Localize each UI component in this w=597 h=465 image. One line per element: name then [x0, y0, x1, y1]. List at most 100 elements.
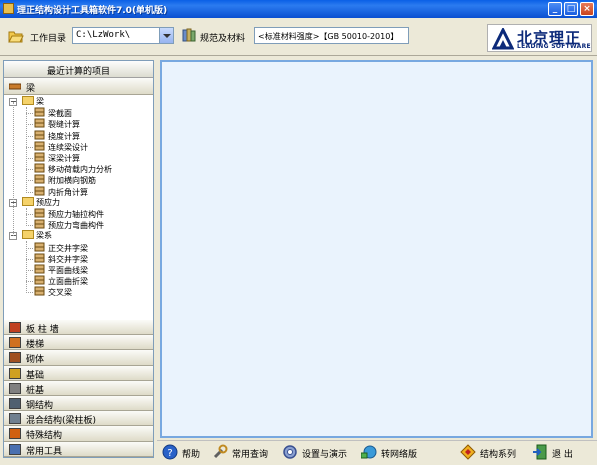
calc-module-icon [34, 118, 45, 128]
sidebar-group-label: 常用工具 [26, 446, 63, 457]
help-label: 帮助 [182, 450, 201, 460]
standard-label: 规范及材料 [200, 34, 246, 44]
folder-icon [22, 230, 34, 240]
tree-item[interactable]: 深梁计算 [34, 152, 80, 163]
tree-connector [26, 169, 33, 171]
app-icon [3, 3, 14, 14]
tree-item-label: 立面曲折梁 [48, 277, 88, 287]
sidebar-group[interactable]: 钢结构 [4, 396, 153, 412]
tree-item[interactable]: 梁截面 [34, 107, 72, 118]
calc-module-icon [34, 264, 45, 274]
group-icon [9, 382, 21, 394]
tree-connector [26, 207, 27, 227]
beam-icon [9, 83, 21, 90]
tree-connector [26, 146, 33, 148]
group-icon [9, 322, 21, 333]
tree-connector [26, 241, 27, 294]
group-icon [9, 413, 21, 425]
tree-item-label: 连续梁设计 [48, 142, 88, 152]
exit-icon [533, 444, 547, 460]
tree-item-label: 预应力弯曲构件 [48, 221, 104, 231]
workdir-label: 工作目录 [30, 34, 67, 44]
workdir-value: C:\LzWork\ [76, 30, 131, 40]
close-button[interactable]: × [580, 2, 594, 16]
sidebar-group-label: 特殊结构 [26, 431, 63, 442]
recent-projects-button[interactable]: 最近计算的项目 [4, 61, 153, 78]
sidebar-group-label: 楼梯 [26, 340, 45, 351]
sidebar-group-label: 桩基 [26, 385, 45, 396]
folder-icon [22, 96, 34, 105]
tree-item-label: 梁系 [36, 231, 52, 241]
tree-item-label: 交叉梁 [48, 288, 72, 298]
window-title: 理正结构设计工具箱软件7.0(单机版) [17, 6, 168, 16]
tree-folder[interactable]: − 预应力 [9, 196, 60, 208]
tree-item[interactable]: 立面曲折梁 [34, 275, 88, 286]
tree-folder[interactable]: − 梁 [9, 96, 44, 107]
sidebar-group[interactable]: 板 柱 墙 [4, 320, 153, 336]
calc-module-icon [34, 286, 45, 296]
standard-field[interactable]: <标准材料强度>【GB 50010-2010】 [254, 27, 409, 44]
tree-item[interactable]: 平面曲线梁 [34, 264, 88, 275]
structure-series-label: 结构系列 [480, 450, 517, 460]
folder-open-icon [8, 31, 24, 43]
tree-connector [26, 225, 33, 227]
minimize-button[interactable]: _ [548, 2, 562, 16]
sidebar-group[interactable]: 砌体 [4, 350, 153, 366]
tree-item[interactable]: 交叉梁 [34, 286, 72, 297]
series-icon [460, 444, 476, 460]
sidebar-group[interactable]: 特殊结构 [4, 426, 153, 442]
sidebar-group[interactable]: 楼梯 [4, 335, 153, 351]
calc-module-icon [34, 107, 45, 117]
tree-item[interactable]: 斜交井字梁 [34, 253, 88, 264]
settings-demo-label: 设置与演示 [302, 450, 348, 460]
tree-item[interactable]: 预应力轴拉构件 [34, 208, 104, 219]
tree-item[interactable]: 内折角计算 [34, 186, 88, 197]
tree-item[interactable]: 附加横向钢筋 [34, 174, 96, 185]
module-sidebar: 最近计算的项目 梁 − 梁梁截面 裂缝计算挠度计算 连续梁设计 深梁计算 移动荷载内力分析… [3, 60, 154, 458]
sidebar-group[interactable]: 混合结构(梁柱板) [4, 411, 153, 427]
bottom-bar: ? 帮助 常用查询 设置与演示 转网络版 结构系列 退 出 [157, 440, 597, 463]
group-icon [9, 398, 21, 409]
calc-module-icon [34, 219, 45, 229]
tree-item[interactable]: 移动荷载内力分析 [34, 163, 112, 174]
tree-connector [26, 214, 33, 215]
tree-folder[interactable]: − 梁系 [9, 230, 52, 241]
group-icon [9, 428, 21, 440]
gear-icon [283, 445, 297, 459]
tree-item-label: 预应力 [36, 197, 60, 207]
tree-connector [26, 158, 33, 159]
chevron-down-icon[interactable] [159, 28, 173, 43]
tree-connector [26, 281, 33, 283]
common-query-label: 常用查询 [232, 450, 269, 460]
calc-module-icon [34, 152, 45, 162]
group-icon [9, 352, 21, 364]
maximize-button[interactable]: □ [564, 2, 578, 16]
sidebar-group[interactable]: 常用工具 [4, 441, 153, 457]
tree-item[interactable]: 挠度计算 [34, 130, 80, 141]
sidebar-group-label: 钢结构 [26, 401, 54, 411]
workdir-select[interactable]: C:\LzWork\ [72, 27, 174, 44]
tree-item[interactable]: 连续梁设计 [34, 141, 88, 152]
calc-module-icon [34, 253, 45, 263]
calc-module-icon [34, 174, 45, 184]
sidebar-group-label: 砌体 [26, 355, 45, 366]
exit-label: 退 出 [552, 450, 573, 460]
group-beam[interactable]: 梁 [4, 78, 153, 95]
tree-item[interactable]: 正交井字梁 [34, 242, 88, 253]
sidebar-group[interactable]: 基础 [4, 365, 153, 381]
group-icon [9, 443, 21, 455]
tree-item[interactable]: 预应力弯曲构件 [34, 219, 104, 230]
tree-item-label: 挠度计算 [48, 131, 80, 141]
tree-item-label: 附加横向钢筋 [48, 176, 96, 186]
tree-connector [26, 247, 33, 249]
svg-text:?: ? [167, 448, 172, 459]
tree-item-label: 内折角计算 [48, 187, 88, 197]
calc-module-icon [34, 275, 45, 285]
logo-mark-icon [492, 28, 514, 50]
wrench-icon [213, 444, 228, 459]
network-version-label: 转网络版 [381, 450, 418, 460]
tree-connector [26, 191, 33, 193]
sidebar-group[interactable]: 桩基 [4, 380, 153, 396]
tree-item[interactable]: 裂缝计算 [34, 118, 80, 129]
tree-connector [26, 270, 33, 271]
